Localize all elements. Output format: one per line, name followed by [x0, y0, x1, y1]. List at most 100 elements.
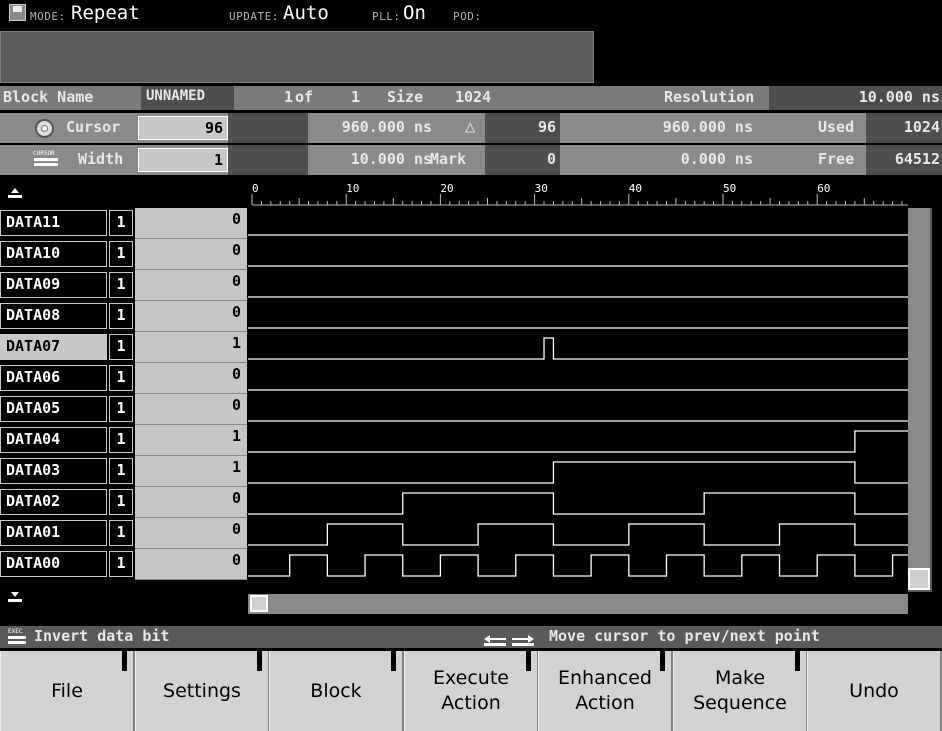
mark-label: Mark — [430, 150, 467, 168]
update-label: UPDATE: — [229, 10, 279, 23]
channel-bit-width: 1 — [109, 427, 133, 453]
channel-value[interactable]: 0 — [135, 239, 247, 270]
channel-value[interactable]: 0 — [135, 518, 247, 549]
scroll-up-icon[interactable] — [8, 188, 22, 202]
pod-label: POD: — [453, 10, 482, 23]
waveform-area[interactable] — [248, 208, 908, 592]
pll-value[interactable]: On — [403, 2, 426, 24]
channel-name[interactable]: DATA04 — [0, 427, 107, 453]
vertical-scrollbar[interactable] — [908, 208, 932, 592]
width-input[interactable]: 1 — [138, 148, 228, 172]
block-index[interactable]: 1 — [284, 88, 293, 106]
softkey-undo[interactable]: Undo — [807, 651, 942, 731]
block-name-label: Block Name — [3, 88, 94, 106]
softkey-make-sequence[interactable]: Make Sequence — [673, 651, 808, 731]
horizontal-scrollbar[interactable] — [248, 594, 908, 614]
width-label: Width — [78, 150, 124, 168]
channel-name[interactable]: DATA00 — [0, 551, 107, 577]
softkey-label: Undo — [849, 679, 899, 702]
cursor-label: Cursor — [66, 118, 121, 136]
delta-symbol: △ — [465, 117, 476, 137]
scroll-down-icon[interactable] — [8, 592, 22, 606]
channel-value[interactable]: 0 — [135, 270, 247, 301]
channel-value[interactable]: 0 — [135, 394, 247, 425]
message-area — [0, 31, 594, 83]
channel-value[interactable]: 0 — [135, 487, 247, 518]
update-value[interactable]: Auto — [283, 2, 329, 24]
softkey-settings[interactable]: Settings — [135, 651, 270, 731]
channel-bit-width: 1 — [109, 489, 133, 515]
cursor-input[interactable]: 96 — [138, 116, 228, 140]
used-label: Used — [818, 118, 855, 136]
exec-icon: EXEC — [8, 628, 28, 646]
free-value: 64512 — [894, 150, 940, 168]
waveform-trace — [248, 430, 908, 453]
channel-list: DATA11 1 0 DATA10 1 0 DATA09 1 0 DATA08 1 0 DATA07 1 1… — [0, 208, 248, 592]
channel-name[interactable]: DATA07 — [0, 334, 107, 360]
save-disk-icon[interactable] — [9, 4, 26, 21]
softkey-bar: File Settings Block Execute Action Enhanced … — [0, 651, 942, 731]
softkey-label: Block — [310, 679, 362, 702]
channel-name[interactable]: DATA06 — [0, 365, 107, 391]
channel-bit-width: 1 — [109, 303, 133, 329]
softkey-execute-action[interactable]: Execute Action — [404, 651, 539, 731]
channel-name[interactable]: DATA10 — [0, 241, 107, 267]
mark-value[interactable]: 0 — [490, 150, 556, 168]
cursor-knob-icon[interactable] — [35, 119, 54, 138]
width-time: 10.000 ns — [350, 150, 432, 168]
waveform-trace — [248, 523, 908, 546]
hint-left-text: Invert data bit — [34, 627, 170, 645]
used-value: 1024 — [903, 118, 940, 136]
delta-time: 960.000 ns — [662, 118, 753, 136]
channel-name[interactable]: DATA05 — [0, 396, 107, 422]
block-size-value[interactable]: 1024 — [455, 88, 491, 106]
mode-value[interactable]: Repeat — [71, 2, 140, 24]
channel-name[interactable]: DATA09 — [0, 272, 107, 298]
channel-name[interactable]: DATA01 — [0, 520, 107, 546]
channel-bit-width: 1 — [109, 210, 133, 236]
channel-name[interactable]: DATA02 — [0, 489, 107, 515]
hint-right-text: Move cursor to prev/next point — [549, 627, 820, 645]
channel-value[interactable]: 0 — [135, 301, 247, 332]
submenu-indicator-icon — [257, 651, 262, 671]
channel-value[interactable]: 0 — [135, 363, 247, 394]
channel-name[interactable]: DATA03 — [0, 458, 107, 484]
channel-value[interactable]: 1 — [135, 332, 247, 363]
softkey-label: File — [51, 679, 83, 702]
channel-value[interactable]: 0 — [135, 208, 247, 239]
mode-label: MODE: — [30, 10, 66, 23]
channel-value[interactable]: 1 — [135, 425, 247, 456]
ruler-tick-label: 30 — [535, 182, 548, 195]
block-name-value[interactable]: UNNAMED — [146, 88, 205, 104]
waveform-trace — [248, 461, 908, 484]
submenu-indicator-icon — [795, 651, 800, 671]
free-label: Free — [818, 150, 855, 168]
submenu-indicator-icon — [660, 651, 665, 671]
softkey-block[interactable]: Block — [269, 651, 404, 731]
resolution-label: Resolution — [664, 88, 755, 106]
softkey-enhanced-action[interactable]: Enhanced Action — [538, 651, 673, 731]
softkey-file[interactable]: File — [0, 651, 135, 731]
cursor-step-icon[interactable]: CURSOR — [33, 150, 59, 168]
vertical-scroll-thumb[interactable] — [908, 568, 930, 590]
waveform-trace — [248, 554, 908, 577]
horizontal-scroll-thumb[interactable] — [250, 595, 268, 612]
delta-value: 96 — [537, 118, 556, 136]
channel-bit-width: 1 — [109, 334, 133, 360]
ruler-tick-label: 60 — [817, 182, 830, 195]
channel-bit-width: 1 — [109, 520, 133, 546]
cursor-time: 960.000 ns — [341, 118, 432, 136]
channel-bit-width: 1 — [109, 365, 133, 391]
block-count: 1 — [351, 88, 361, 106]
channel-value[interactable]: 0 — [135, 549, 247, 580]
submenu-indicator-icon — [122, 651, 127, 671]
channel-name[interactable]: DATA11 — [0, 210, 107, 236]
channel-name[interactable]: DATA08 — [0, 303, 107, 329]
channel-value[interactable]: 1 — [135, 456, 247, 487]
channel-bit-width: 1 — [109, 241, 133, 267]
channel-bit-width: 1 — [109, 272, 133, 298]
resolution-value[interactable]: 10.000 ns — [780, 88, 940, 106]
ruler-tick-label: 20 — [440, 182, 453, 195]
ruler-tick-label: 40 — [629, 182, 642, 195]
softkey-label: Settings — [163, 679, 241, 702]
